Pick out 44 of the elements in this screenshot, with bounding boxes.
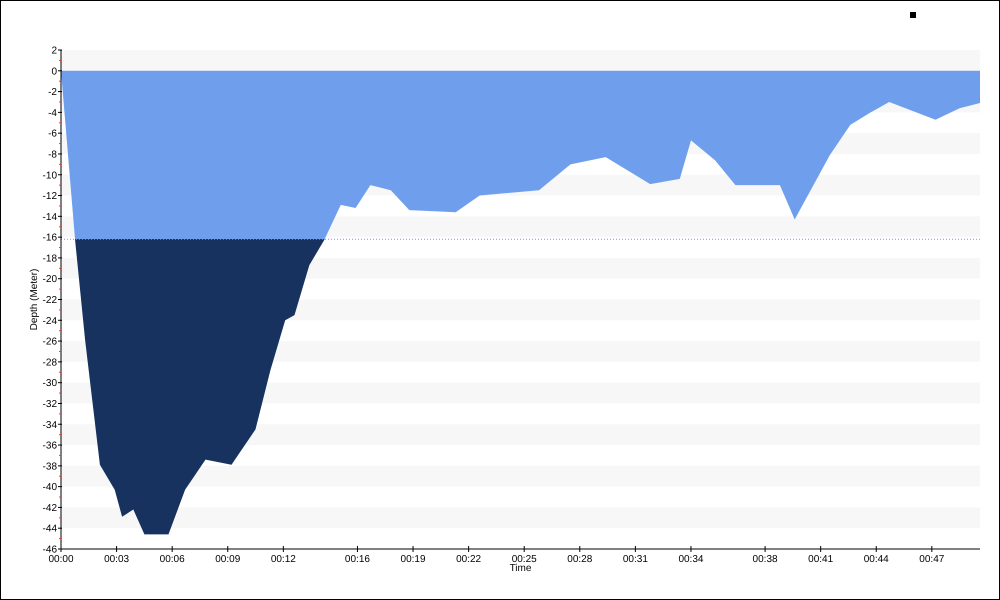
x-tick-label: 00:09 bbox=[215, 554, 240, 565]
y-tick-label: -28 bbox=[42, 357, 57, 368]
x-tick-label: 00:16 bbox=[344, 554, 370, 565]
y-tick-label: -36 bbox=[42, 440, 57, 452]
y-tick-label: -10 bbox=[42, 170, 57, 182]
y-tick-label: -16 bbox=[42, 232, 57, 244]
y-tick-label: -6 bbox=[48, 128, 57, 140]
y-tick-label: -30 bbox=[42, 378, 57, 390]
x-tick-label: 00:03 bbox=[104, 554, 130, 565]
y-tick-label: -38 bbox=[42, 461, 57, 472]
legend-square-icon bbox=[910, 12, 916, 18]
x-tick-label: 00:19 bbox=[400, 554, 426, 565]
x-tick-label: 00:12 bbox=[270, 554, 296, 565]
x-tick-label: 00:47 bbox=[919, 554, 944, 565]
x-tick-label: 00:38 bbox=[752, 554, 778, 565]
y-tick-label: -18 bbox=[42, 253, 57, 264]
x-tick-label: 00:00 bbox=[48, 554, 74, 565]
y-tick-label: 0 bbox=[51, 66, 57, 78]
y-tick-label: -12 bbox=[42, 191, 57, 202]
y-tick-label: 2 bbox=[51, 46, 57, 56]
y-tick-label: -4 bbox=[48, 108, 57, 119]
y-tick-label: -14 bbox=[42, 212, 57, 223]
y-tick-label: -44 bbox=[42, 524, 57, 535]
y-tick-label: -20 bbox=[42, 274, 57, 286]
y-tick-label: -24 bbox=[42, 316, 57, 327]
x-tick-label: 00:31 bbox=[622, 554, 648, 565]
y-axis-title: Depth (Meter) bbox=[29, 268, 40, 330]
y-tick-label: -46 bbox=[42, 544, 57, 556]
x-tick-label: 00:44 bbox=[864, 554, 889, 565]
y-tick-label: -42 bbox=[42, 502, 57, 514]
y-tick-label: -40 bbox=[42, 482, 57, 494]
y-tick-label: -32 bbox=[42, 398, 57, 410]
x-tick-label: 00:06 bbox=[160, 554, 185, 565]
y-tick-label: -8 bbox=[48, 149, 57, 160]
x-tick-label: 00:25 bbox=[512, 554, 537, 565]
x-axis-title: Time bbox=[510, 563, 532, 574]
x-tick-label: 00:22 bbox=[456, 554, 482, 565]
x-tick-label: 00:28 bbox=[567, 554, 592, 565]
x-tick-label: 00:41 bbox=[808, 554, 834, 565]
y-tick-label: -22 bbox=[42, 295, 57, 306]
y-tick-label: -34 bbox=[42, 420, 57, 431]
y-tick-label: -26 bbox=[42, 336, 57, 348]
y-tick-label: -2 bbox=[48, 87, 57, 98]
x-tick-label: 00:34 bbox=[678, 554, 704, 565]
